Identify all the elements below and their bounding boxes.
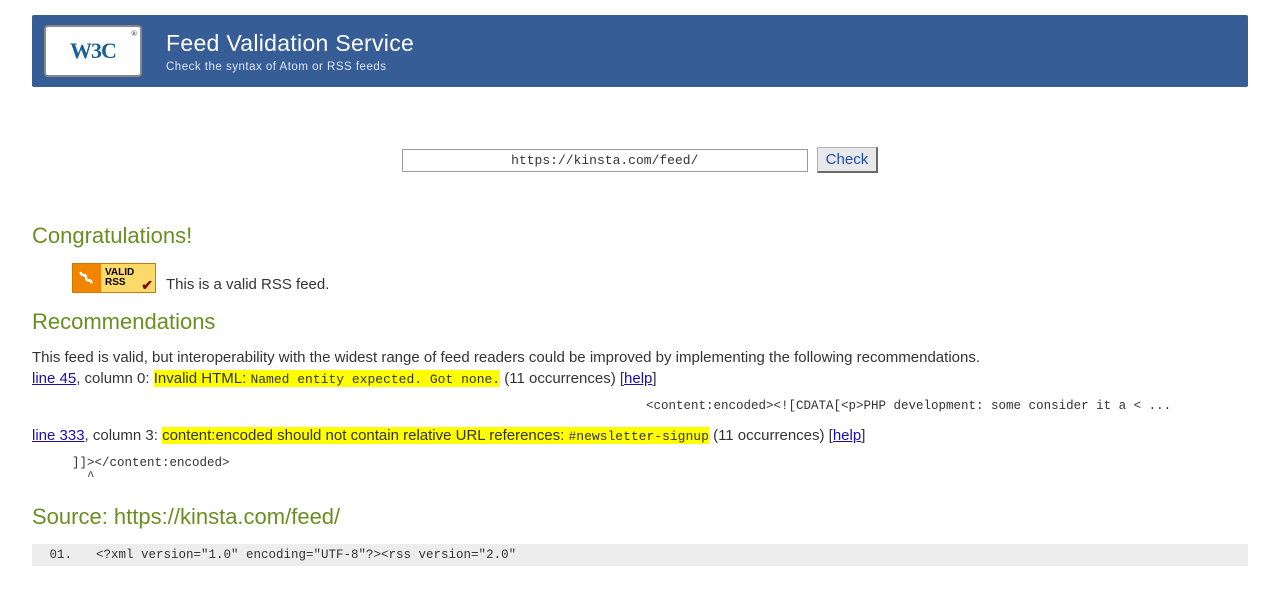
congrats-heading: Congratulations! [32, 223, 1248, 249]
banner-titles: Feed Validation Service Check the syntax… [166, 30, 414, 73]
valid-rss-badge: ⌇ VALID RSS ✔ [72, 263, 156, 293]
checkmark-icon: ✔ [141, 278, 153, 293]
issue-count: (11 occurrences) [ [709, 427, 833, 444]
check-form: Check [32, 147, 1248, 173]
issue-column: , column 0: [76, 370, 154, 387]
rss-icon: ⌇ [73, 264, 101, 292]
issue-column: , column 3: [85, 427, 163, 444]
page-banner: W3C ® Feed Validation Service Check the … [32, 15, 1248, 87]
valid-badge-bottom: RSS [105, 278, 126, 289]
source-row: 01. <?xml version="1.0" encoding="UTF-8"?… [32, 544, 1248, 566]
w3c-logo: W3C ® [44, 25, 142, 77]
source-code: <?xml version="1.0" encoding="UTF-8"?><r… [96, 548, 516, 562]
issue-line: line 45, column 0: Invalid HTML: Named e… [32, 370, 1248, 387]
w3c-logo-text: W3C [70, 38, 116, 64]
registered-mark: ® [131, 29, 136, 38]
help-link[interactable]: help [624, 370, 652, 387]
issue-count: (11 occurrences) [ [500, 370, 624, 387]
issue-snippet: <content:encoded><![CDATA[<p>PHP develop… [32, 399, 1248, 413]
valid-badge-text: VALID RSS ✔ [101, 264, 155, 292]
help-link[interactable]: help [833, 427, 861, 444]
bracket-close: ] [652, 370, 656, 387]
issue-message-code: #newsletter-signup [568, 429, 708, 444]
valid-note: This is a valid RSS feed. [166, 276, 329, 293]
check-button[interactable]: Check [817, 147, 879, 173]
issue-message: content:encoded should not contain relat… [162, 427, 709, 444]
banner-subtitle: Check the syntax of Atom or RSS feeds [166, 61, 414, 73]
banner-title: Feed Validation Service [166, 30, 414, 57]
bracket-close: ] [861, 427, 865, 444]
issue-line-link[interactable]: line 45 [32, 370, 76, 387]
issue-line-link[interactable]: line 333 [32, 427, 85, 444]
recommendations-intro: This feed is valid, but interoperability… [32, 349, 1248, 366]
line-number: 01. [40, 548, 72, 562]
recommendations-heading: Recommendations [32, 309, 1248, 335]
issue-snippet: ]]></content:encoded> ^ [32, 456, 1248, 484]
issue-line: line 333, column 3: content:encoded shou… [32, 427, 1248, 444]
feed-url-input[interactable] [402, 149, 808, 172]
source-heading: Source: https://kinsta.com/feed/ [32, 504, 1248, 530]
valid-badge-row: ⌇ VALID RSS ✔ This is a valid RSS feed. [72, 263, 1248, 293]
issue-message: Invalid HTML: Named entity expected. Got… [154, 370, 500, 387]
issue-message-code: Named entity expected. Got none. [250, 372, 500, 387]
